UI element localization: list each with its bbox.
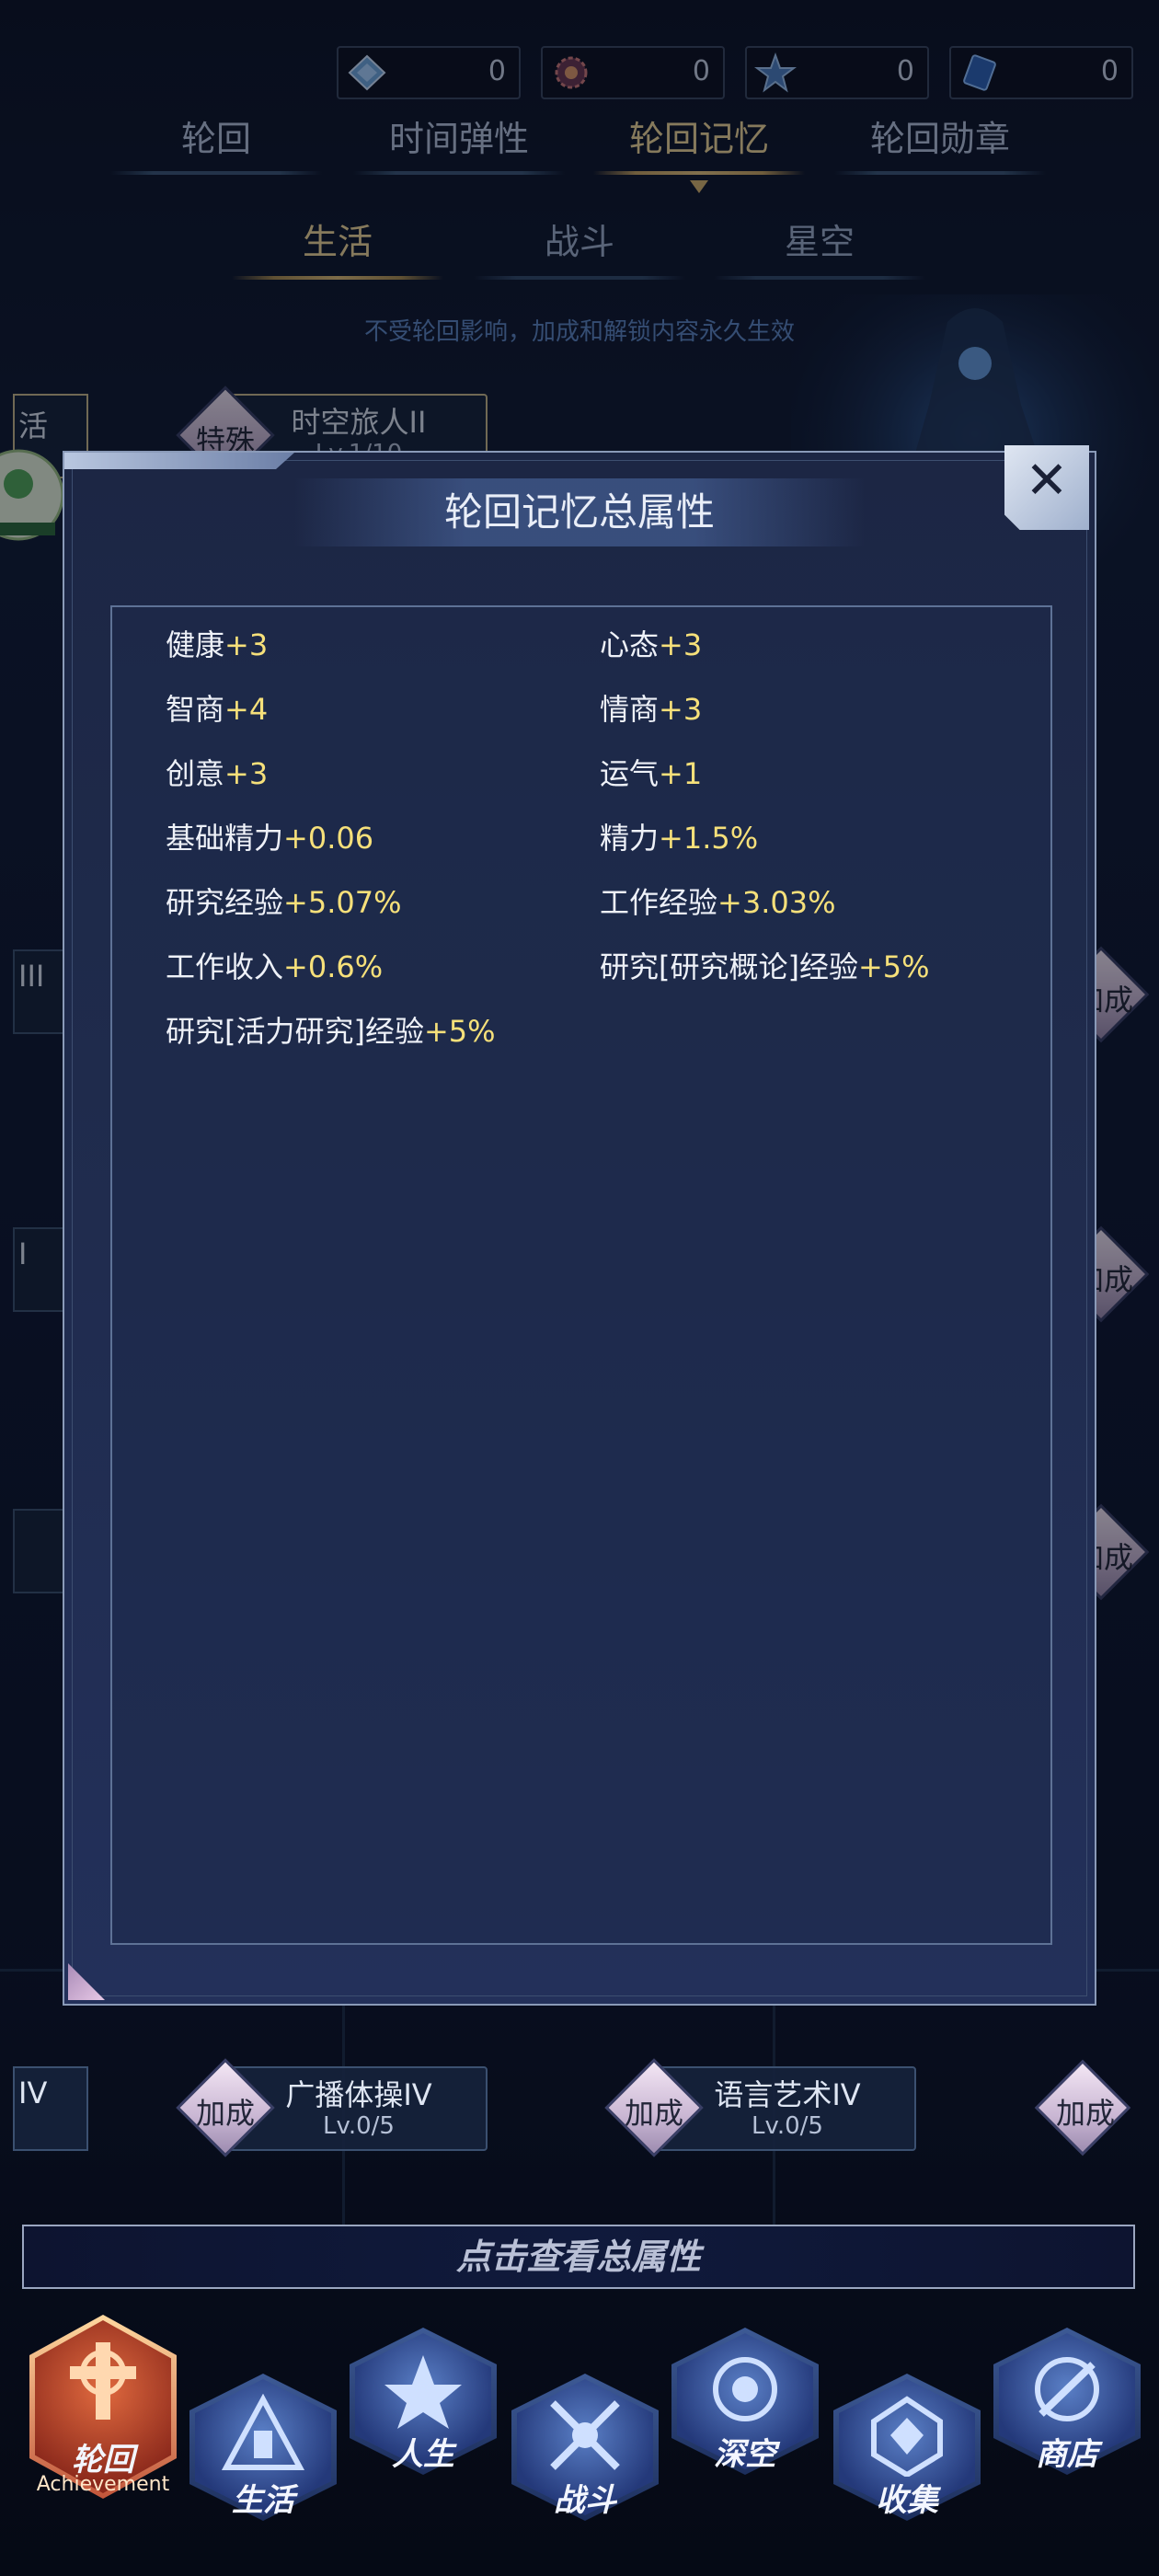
collect-icon xyxy=(871,2396,943,2477)
nav-reincarnation[interactable]: 轮回 Achievement xyxy=(29,2315,177,2508)
nav-shop[interactable]: 商店 xyxy=(993,2328,1141,2490)
nav-label: 收集 xyxy=(876,2482,938,2519)
attribute-energy: 精力+1.5% xyxy=(600,821,759,856)
total-attributes-modal: 轮回记忆总属性 ✕ 健康+3 心态+3 智商+4 情商+3 创意+3 运气+1 … xyxy=(63,445,1096,2006)
nav-label: 战斗 xyxy=(554,2482,616,2519)
nav-label: 生活 xyxy=(232,2482,294,2519)
nav-label: 深空 xyxy=(714,2436,776,2473)
node-name: 语言艺术IV xyxy=(714,2077,861,2112)
nav-collect[interactable]: 收集 xyxy=(833,2374,981,2536)
attribute-health: 健康+3 xyxy=(166,627,269,662)
nav-deep-space[interactable]: 深空 xyxy=(671,2328,819,2490)
nav-life-path[interactable]: 人生 xyxy=(350,2328,497,2490)
nav-sublabel: Achievement xyxy=(36,2473,170,2496)
attribute-vitality-research-exp: 研究[活力研究]经验+5% xyxy=(166,1014,496,1049)
edge-boost-badge[interactable]: 加成 xyxy=(1030,2057,1131,2158)
node-level: Lv.0/5 xyxy=(323,2112,395,2140)
attribute-work-income: 工作收入+0.6% xyxy=(166,949,384,984)
node-level: Lv.0/5 xyxy=(752,2112,823,2140)
close-icon: ✕ xyxy=(1025,451,1069,511)
nav-battle[interactable]: 战斗 xyxy=(511,2374,659,2536)
nav-label: 商店 xyxy=(1036,2436,1098,2473)
node-name: 广播体操IV xyxy=(285,2077,432,2112)
attribute-work-exp: 工作经验+3.03% xyxy=(600,885,836,920)
attribute-panel: 健康+3 心态+3 智商+4 情商+3 创意+3 运气+1 基础精力+0.06 … xyxy=(110,605,1052,1945)
life-icon xyxy=(221,2394,305,2470)
close-button[interactable]: ✕ xyxy=(1004,445,1089,530)
attribute-research-exp: 研究经验+5.07% xyxy=(166,885,402,920)
modal-accent-bar xyxy=(64,453,294,469)
attribute-base-energy: 基础精力+0.06 xyxy=(166,821,374,856)
attribute-creativity: 创意+3 xyxy=(166,756,269,791)
battle-icon xyxy=(550,2400,620,2470)
boost-badge: 加成 xyxy=(175,2057,276,2158)
deep-space-icon xyxy=(713,2357,777,2421)
boost-badge: 加成 xyxy=(603,2057,705,2158)
attribute-research-intro-exp: 研究[研究概论]经验+5% xyxy=(600,949,930,984)
attribute-iq: 智商+4 xyxy=(166,692,269,727)
reincarnation-icon xyxy=(70,2342,136,2420)
nav-label: 人生 xyxy=(392,2436,454,2473)
modal-title: 轮回记忆总属性 xyxy=(294,478,865,546)
attribute-luck: 运气+1 xyxy=(600,756,703,791)
left-node-stub-5[interactable]: IV xyxy=(13,2066,88,2151)
attribute-eq: 情商+3 xyxy=(600,692,703,727)
shop-icon xyxy=(1035,2357,1099,2421)
nav-life[interactable]: 生活 xyxy=(189,2374,337,2536)
attribute-mindset: 心态+3 xyxy=(600,627,703,662)
view-total-attributes-button[interactable]: 点击查看总属性 xyxy=(22,2225,1135,2289)
life-path-icon xyxy=(384,2355,462,2429)
